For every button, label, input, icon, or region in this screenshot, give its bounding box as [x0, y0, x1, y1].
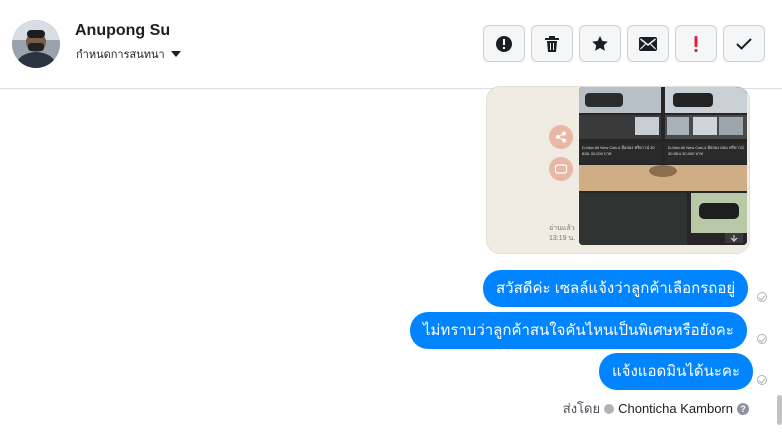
check-icon: [736, 37, 752, 50]
mark-done-button[interactable]: [723, 25, 765, 62]
share-icon[interactable]: [549, 125, 573, 149]
sent-by-label: ส่งโดย: [562, 401, 601, 416]
seen-check-icon: [757, 292, 767, 302]
verified-icon: [604, 403, 615, 414]
video-icon[interactable]: [549, 157, 573, 181]
help-icon[interactable]: ?: [737, 402, 749, 415]
scrollbar[interactable]: [777, 395, 782, 425]
assign-conversation-dropdown[interactable]: กำหนดการสนทนา: [76, 45, 181, 63]
conversation-header: Anupong Su กำหนดการสนทนา: [0, 0, 782, 89]
star-button[interactable]: [579, 25, 621, 62]
star-icon: [592, 35, 608, 51]
listing-caption-right: D-Max All New Cab-4 มือสอง ผ่อน ฟรีดาวน์…: [668, 145, 744, 156]
follow-up-button[interactable]: [675, 25, 717, 62]
seen-check-icon: [757, 375, 767, 385]
trash-icon: [545, 35, 559, 52]
caret-down-icon: [170, 51, 181, 57]
inbox-conversation: Anupong Su กำหนดการสนทนา อ่านแล้ว 13:19 …: [0, 0, 782, 444]
contact-name[interactable]: Anupong Su: [75, 22, 170, 40]
agent-name[interactable]: Chonticha Kamborn: [618, 401, 733, 416]
delete-button[interactable]: [531, 25, 573, 62]
envelope-icon: [639, 36, 657, 51]
exclamation-icon: [694, 35, 698, 52]
avatar[interactable]: [12, 20, 60, 68]
read-receipt: อ่านแล้ว 13:19 น.: [549, 225, 576, 242]
mark-spam-button[interactable]: [483, 25, 525, 62]
message-bubble[interactable]: ไม่ทราบว่าลูกค้าสนใจคันไหนเป็นพิเศษหรือย…: [410, 312, 747, 349]
message-thread: อ่านแล้ว 13:19 น. D-Max All New Cab-4 มื…: [0, 86, 782, 444]
listing-caption-left: D-Max All New Cab-4 มือสอง ฟรีดาวน์ 30 ผ…: [582, 145, 655, 156]
action-toolbar: [483, 25, 765, 62]
seen-check-icon: [757, 334, 767, 344]
mark-unread-button[interactable]: [627, 25, 669, 62]
message-bubble[interactable]: สวัสดีค่ะ เซลล์แจ้งว่าลูกค้าเลือกรถอยู่: [483, 270, 749, 307]
alert-circle-icon: [496, 35, 512, 52]
sent-by-line: ส่งโดย Chonticha Kamborn ?: [563, 398, 749, 419]
message-bubble[interactable]: แจ้งแอดมินได้นะคะ: [599, 353, 754, 390]
assign-label: กำหนดการสนทนา: [76, 49, 165, 61]
screenshot-image: D-Max All New Cab-4 มือสอง ฟรีดาวน์ 30 ผ…: [579, 87, 747, 245]
shared-media-attachment[interactable]: อ่านแล้ว 13:19 น. D-Max All New Cab-4 มื…: [486, 86, 750, 254]
